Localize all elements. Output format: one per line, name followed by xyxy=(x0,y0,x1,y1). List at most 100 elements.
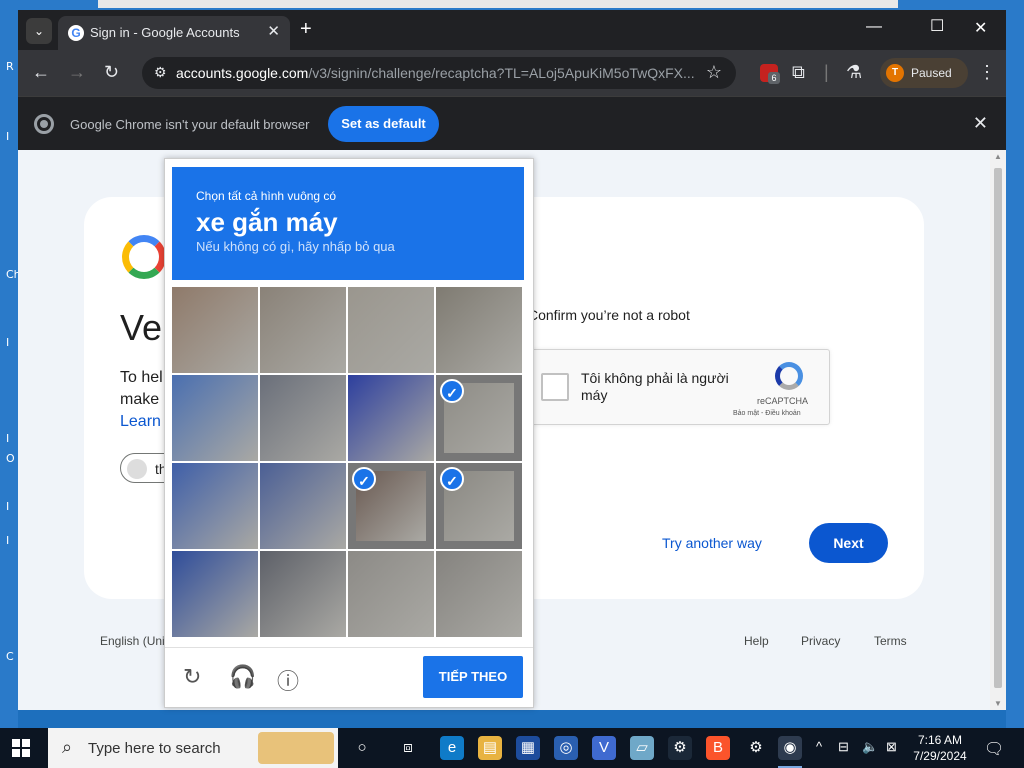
recaptcha-brand: reCAPTCHA xyxy=(757,396,809,406)
clock-date: 7/29/2024 xyxy=(913,749,967,763)
tab-search-button[interactable]: ⌄ xyxy=(26,18,52,44)
scroll-down-icon[interactable]: ▼ xyxy=(994,699,1002,708)
search-icon: ⌕ xyxy=(62,737,73,757)
set-default-button[interactable]: Set as default xyxy=(328,106,439,142)
toolbar-divider: | xyxy=(824,62,829,82)
labs-flask-icon[interactable]: ⚗ xyxy=(846,62,862,83)
search-highlight-image xyxy=(258,732,334,764)
challenge-tile[interactable]: ✓ xyxy=(348,463,434,549)
tile-selected-check-icon: ✓ xyxy=(440,467,464,491)
challenge-tile-image xyxy=(348,375,434,461)
try-another-way-button[interactable]: Try another way xyxy=(662,535,762,551)
brave-icon[interactable]: B xyxy=(706,736,730,760)
file-explorer-icon[interactable]: ▤ xyxy=(478,736,502,760)
challenge-tile[interactable] xyxy=(348,375,434,461)
challenge-tile[interactable] xyxy=(172,375,258,461)
recaptcha-label: Tôi không phải là người máy xyxy=(581,370,729,403)
desktop-glyph: I xyxy=(6,534,10,547)
google-favicon-icon: G xyxy=(68,25,84,41)
learn-more-link[interactable]: Learn xyxy=(120,413,161,431)
window-close-icon[interactable]: ✕ xyxy=(974,18,987,38)
windows-start-icon[interactable] xyxy=(12,739,30,757)
volume-icon[interactable]: 🔈 xyxy=(862,739,878,755)
taskbar-clock[interactable]: 7:16 AM 7/29/2024 xyxy=(908,732,972,764)
verify-button[interactable]: TIẾP THEO xyxy=(423,656,523,698)
bookmark-star-icon[interactable]: ☆ xyxy=(706,62,722,83)
menu-kebab-icon[interactable]: ⋮ xyxy=(978,62,996,83)
challenge-tile-image xyxy=(172,287,258,373)
tab-sign-in[interactable]: G Sign in - Google Accounts ✕ xyxy=(58,16,290,50)
challenge-tile[interactable] xyxy=(348,551,434,637)
reload-challenge-icon[interactable]: ↻ xyxy=(183,664,201,690)
chrome-icon xyxy=(34,114,54,134)
tab-close-icon[interactable]: ✕ xyxy=(267,22,280,40)
challenge-tile[interactable] xyxy=(172,551,258,637)
challenge-tile-image xyxy=(260,463,346,549)
infobar-close-icon[interactable]: ✕ xyxy=(973,113,988,134)
terms-link[interactable]: Terms xyxy=(874,634,907,648)
tray-chevron-icon[interactable]: ^ xyxy=(816,739,822,754)
extensions-puzzle-icon[interactable]: ⧉ xyxy=(792,62,805,83)
site-info-icon[interactable]: ⚙ xyxy=(154,64,167,81)
tile-selected-check-icon: ✓ xyxy=(352,467,376,491)
notification-badge-icon[interactable]: ⊠ xyxy=(886,739,897,755)
challenge-instruction: Chọn tất cả hình vuông có xyxy=(196,189,337,203)
back-icon[interactable]: ← xyxy=(32,62,50,83)
challenge-tile[interactable] xyxy=(260,551,346,637)
new-tab-icon[interactable]: + xyxy=(300,18,312,41)
search-placeholder: Type here to search xyxy=(88,740,221,757)
challenge-tile[interactable] xyxy=(172,463,258,549)
network-icon[interactable]: ⊟ xyxy=(838,739,849,755)
info-icon[interactable]: ⓘ xyxy=(277,664,299,696)
next-button[interactable]: Next xyxy=(809,523,888,563)
challenge-tile[interactable] xyxy=(348,287,434,373)
challenge-tile[interactable] xyxy=(436,287,522,373)
scroll-up-icon[interactable]: ▲ xyxy=(994,152,1002,161)
challenge-tile[interactable] xyxy=(260,287,346,373)
clock-time: 7:16 AM xyxy=(917,733,963,747)
chrome-taskbar-icon[interactable]: ◉ xyxy=(778,736,802,768)
task-view-icon[interactable]: ⧈ xyxy=(396,736,420,760)
challenge-tile[interactable] xyxy=(260,375,346,461)
challenge-object: xe gắn máy xyxy=(196,207,338,237)
challenge-tile-image xyxy=(348,287,434,373)
profile-status: Paused xyxy=(911,66,952,80)
challenge-tile-image xyxy=(436,287,522,373)
page-scrollbar[interactable]: ▲ ▼ xyxy=(990,150,1006,710)
scrollbar-thumb[interactable] xyxy=(994,168,1002,688)
action-center-icon[interactable]: 🗨 xyxy=(984,739,1004,759)
challenge-tile[interactable] xyxy=(260,463,346,549)
app-icon-2[interactable]: V xyxy=(592,736,616,760)
store-icon[interactable]: ▦ xyxy=(516,736,540,760)
recaptcha-links[interactable]: Bảo mật - Điều khoản xyxy=(733,410,801,417)
address-bar[interactable]: ⚙ accounts.google.com/v3/signin/challeng… xyxy=(142,57,736,89)
extension-icon[interactable]: 6 xyxy=(760,64,780,84)
maximize-icon[interactable]: ☐ xyxy=(930,16,944,36)
desktop-glyph: I xyxy=(6,432,10,445)
audio-challenge-icon[interactable]: 🎧 xyxy=(229,664,256,690)
forward-icon[interactable]: → xyxy=(68,62,86,83)
privacy-link[interactable]: Privacy xyxy=(801,634,840,648)
language-selector[interactable]: English (Uni xyxy=(100,634,165,648)
edge-icon[interactable]: e xyxy=(440,736,464,760)
challenge-tile-image xyxy=(172,463,258,549)
challenge-tile[interactable]: ✓ xyxy=(436,375,522,461)
app-icon[interactable]: ◎ xyxy=(554,736,578,760)
taskbar-search-box[interactable]: ⌕ Type here to search xyxy=(48,728,338,768)
challenge-tile-image xyxy=(172,375,258,461)
desktop-left-strip: R I Ch I I O I I C xyxy=(0,0,21,728)
challenge-tile-image xyxy=(172,551,258,637)
cortana-icon[interactable]: ○ xyxy=(350,736,374,760)
app-icon-3[interactable]: ▱ xyxy=(630,736,654,760)
help-link[interactable]: Help xyxy=(744,634,769,648)
recaptcha-checkbox[interactable] xyxy=(541,373,569,401)
challenge-tile[interactable]: ✓ xyxy=(436,463,522,549)
settings-gear-icon[interactable]: ⚙ xyxy=(744,736,768,760)
minimize-icon[interactable]: — xyxy=(866,18,882,36)
profile-button[interactable]: T Paused xyxy=(880,58,968,88)
reload-icon[interactable]: ↻ xyxy=(104,62,119,83)
challenge-tile[interactable] xyxy=(172,287,258,373)
challenge-tile[interactable] xyxy=(436,551,522,637)
steam-icon[interactable]: ⚙ xyxy=(668,736,692,760)
tab-bar: ⌄ G Sign in - Google Accounts ✕ + — ☐ ✕ xyxy=(18,10,1006,50)
